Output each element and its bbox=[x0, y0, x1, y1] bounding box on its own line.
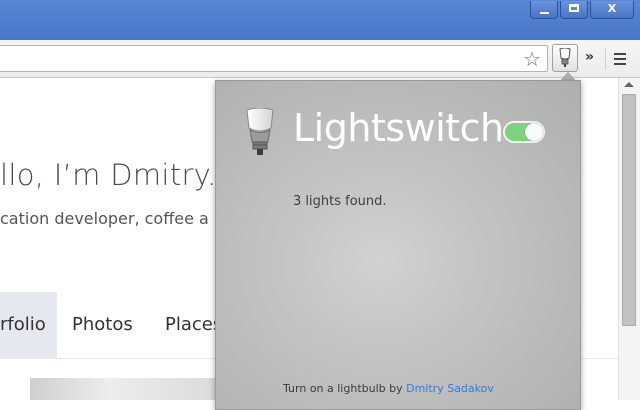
nav-item-label: rfolio bbox=[0, 314, 46, 335]
menu-icon bbox=[614, 53, 626, 55]
page-scrollbar[interactable] bbox=[618, 78, 640, 400]
minimize-icon bbox=[540, 12, 549, 14]
browser-menu-button[interactable] bbox=[605, 48, 632, 70]
lights-status: 3 lights found. bbox=[293, 194, 387, 209]
scroll-up-icon[interactable] bbox=[624, 82, 634, 87]
lightbulb-icon bbox=[559, 48, 571, 67]
nav-item-portfolio[interactable]: rfolio bbox=[0, 292, 57, 358]
window-controls: X bbox=[530, 1, 634, 19]
address-bar[interactable]: ☆ bbox=[0, 45, 548, 72]
menu-icon-bar bbox=[614, 58, 626, 60]
maximize-button[interactable] bbox=[560, 1, 588, 19]
nav-item-label: Photos bbox=[72, 314, 133, 335]
close-button[interactable]: X bbox=[590, 1, 634, 19]
minimize-button[interactable] bbox=[530, 1, 558, 19]
star-icon[interactable]: ☆ bbox=[523, 47, 541, 71]
nav-item-places[interactable]: Places bbox=[165, 292, 222, 358]
extensions-overflow-button[interactable]: » bbox=[585, 49, 594, 65]
popup-title: Lightswitch bbox=[293, 106, 504, 150]
nav-item-photos[interactable]: Photos bbox=[72, 292, 133, 358]
nav-item-label: Places bbox=[165, 314, 223, 335]
lightbulb-icon bbox=[246, 108, 274, 155]
page-heading: llo, I’m Dmitry. bbox=[0, 158, 217, 192]
lightswitch-extension-button[interactable] bbox=[552, 44, 578, 72]
maximize-icon bbox=[569, 4, 579, 12]
toggle-knob[interactable] bbox=[525, 123, 543, 141]
browser-toolbar: ☆ bbox=[0, 40, 640, 78]
page-tagline: cation developer, coffee a bbox=[0, 209, 209, 228]
popup-footer: Turn on a lightbulb by Dmitry Sadakov bbox=[283, 382, 494, 395]
window-titlebar: X bbox=[0, 0, 640, 40]
scroll-thumb[interactable] bbox=[622, 94, 636, 326]
author-link[interactable]: Dmitry Sadakov bbox=[406, 382, 494, 395]
lights-toggle[interactable] bbox=[503, 121, 545, 143]
menu-icon-bar bbox=[614, 63, 626, 65]
footer-text: Turn on a lightbulb by bbox=[283, 382, 403, 395]
hero-image bbox=[30, 378, 230, 400]
